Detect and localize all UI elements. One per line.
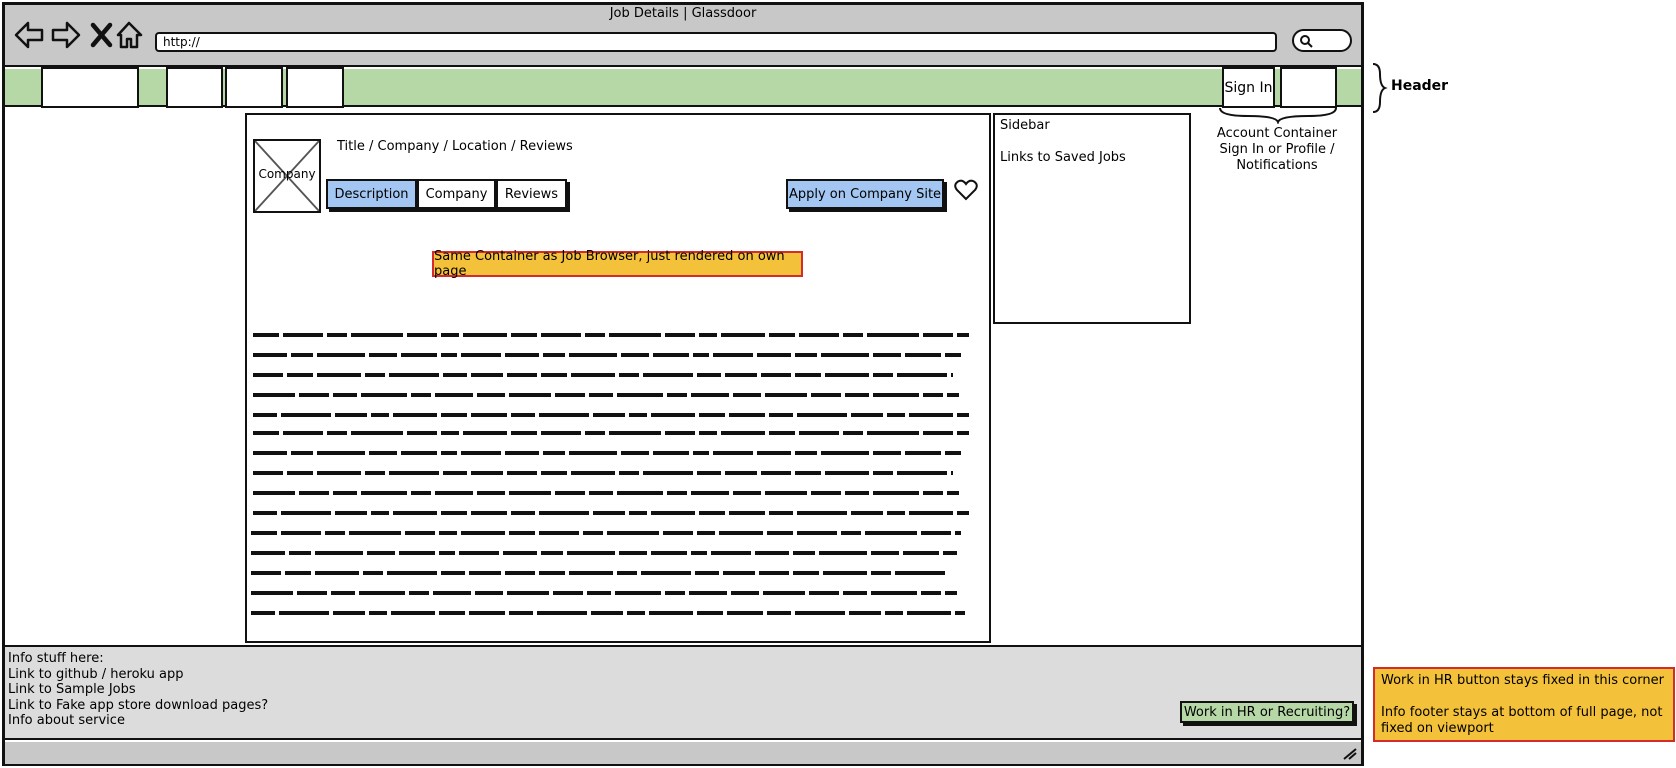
sign-in-button[interactable]: Sign In [1222, 67, 1275, 108]
account-annotation-line-1: Account Container [1216, 126, 1338, 141]
footer-app-store-link[interactable]: Link to Fake app store download pages? [8, 698, 268, 713]
tab-reviews[interactable]: Reviews [496, 179, 567, 209]
tab-description[interactable]: Description [326, 179, 417, 209]
browser-statusbar [5, 742, 1361, 764]
footer-github-link[interactable]: Link to github / heroku app [8, 667, 184, 682]
text-line [253, 393, 959, 397]
footer-about-service[interactable]: Info about service [8, 713, 125, 728]
info-footer [5, 645, 1361, 740]
window-title: Job Details | Glassdoor [609, 6, 757, 21]
search-icon [1300, 35, 1313, 48]
text-line [253, 413, 969, 417]
company-logo-label: Company [258, 167, 316, 181]
heart-icon[interactable] [954, 179, 978, 201]
header-brace [1372, 63, 1388, 113]
back-arrow-icon[interactable] [14, 20, 44, 50]
text-line [253, 471, 953, 475]
text-line [251, 531, 961, 535]
text-line [251, 611, 965, 615]
text-line [253, 353, 961, 357]
home-icon[interactable] [115, 20, 145, 50]
footer-info-heading: Info stuff here: [8, 651, 104, 666]
header-nav-item-1[interactable] [166, 67, 223, 108]
resize-grip-icon[interactable] [1342, 747, 1358, 761]
account-container-annotation: Account Container Sign In or Profile / N… [1212, 126, 1342, 174]
account-slot[interactable] [1280, 67, 1337, 108]
text-line [253, 373, 953, 377]
text-line [253, 431, 969, 435]
header-nav-item-2[interactable] [225, 67, 283, 108]
account-annotation-line-2: Sign In or Profile / [1219, 142, 1335, 157]
forward-arrow-icon[interactable] [51, 20, 81, 50]
account-annotation-line-3: Notifications [1236, 158, 1318, 173]
text-line [253, 511, 969, 515]
job-meta: Title / Company / Location / Reviews [337, 139, 573, 154]
job-description-paragraph [251, 524, 967, 623]
tab-company[interactable]: Company [417, 179, 496, 209]
text-line [251, 551, 957, 555]
job-description-paragraph [253, 326, 969, 425]
footer-sample-jobs-link[interactable]: Link to Sample Jobs [8, 682, 136, 697]
browser-search-field[interactable] [1292, 29, 1352, 52]
url-field[interactable]: http:// [155, 32, 1277, 52]
hr-recruiting-button[interactable]: Work in HR or Recruiting? [1180, 701, 1354, 723]
text-line [251, 591, 957, 595]
header-nav-item-3[interactable] [286, 67, 344, 108]
text-line [253, 333, 969, 337]
header-logo-slot[interactable] [41, 67, 139, 108]
text-line [251, 571, 949, 575]
sidebar-title: Sidebar [1000, 118, 1050, 133]
sidebar [993, 113, 1191, 324]
stop-icon[interactable] [88, 20, 118, 50]
text-line [253, 491, 959, 495]
design-note: Same Container as Job Browser, just rend… [432, 249, 803, 279]
apply-button[interactable]: Apply on Company Site [786, 179, 944, 209]
text-line [253, 451, 961, 455]
saved-jobs-link[interactable]: Links to Saved Jobs [1000, 150, 1126, 165]
header-annotation: Header [1391, 78, 1449, 94]
callout-line-2: Info footer stays at bottom of full page… [1381, 705, 1663, 736]
callout-line-1: Work in HR button stays fixed in this co… [1381, 673, 1664, 688]
footer-callout-note: Work in HR button stays fixed in this co… [1373, 667, 1675, 742]
account-brace [1219, 107, 1337, 124]
job-description-paragraph [253, 424, 969, 523]
